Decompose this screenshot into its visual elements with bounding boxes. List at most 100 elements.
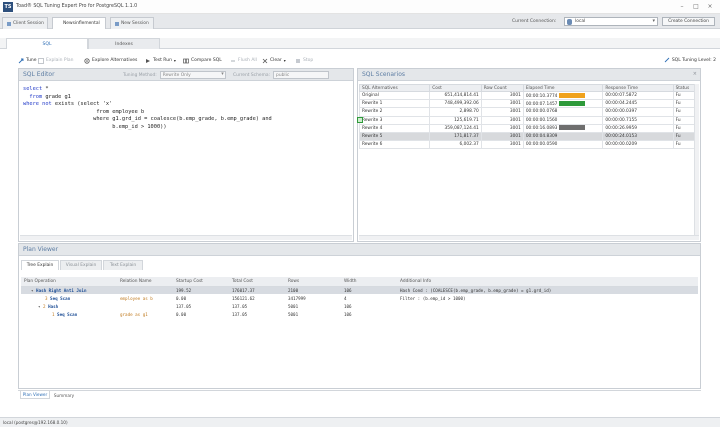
session-tab-active[interactable]: Newsinflemental xyxy=(52,17,106,29)
column-header[interactable]: Total Cost xyxy=(229,277,285,287)
column-header[interactable]: Plan Operation xyxy=(21,277,117,287)
startup-cost: 137.05 xyxy=(176,303,192,309)
flush-all-button[interactable]: Flush All xyxy=(230,56,257,65)
tab-indexes[interactable]: Indexes xyxy=(88,38,160,49)
total-cost: 176017.37 xyxy=(229,286,285,294)
column-header[interactable]: Additional Info xyxy=(397,277,698,287)
elapsed-value: 00:00:04.8309 xyxy=(525,134,558,140)
close-icon[interactable]: × xyxy=(704,2,716,11)
elapsed-bar xyxy=(559,100,586,106)
tune-button[interactable]: Tune xyxy=(18,56,37,65)
tuning-method-select[interactable]: Rewrite Only ▾ xyxy=(159,71,226,79)
tuning-level-icon xyxy=(664,57,670,63)
operation-name: Seq Scan xyxy=(50,295,71,301)
tab-tree-explain[interactable]: Tree Explain xyxy=(21,260,59,270)
relation-name xyxy=(117,302,173,310)
scenario-row[interactable]: Rewrite 1 748,499,392.06 3001 00:00:07.1457… xyxy=(358,99,698,109)
title-bar: TS Toad® SQL Tuning Expert Pro for Postg… xyxy=(0,0,720,14)
elapsed-value: 00:00:10.3774 xyxy=(525,93,558,99)
scenario-status: Fu xyxy=(672,99,698,109)
scenario-response: 00:00:07.5872 xyxy=(602,90,674,101)
scenario-row[interactable]: Rewrite 2 2,898.70 3001 00:00:00.0768 00:00:… xyxy=(358,107,698,117)
explore-alternatives-button[interactable]: Explore Alternatives xyxy=(84,56,137,65)
close-icon[interactable]: × xyxy=(693,71,697,77)
plan-row[interactable]: 1 Seq Scan grade as g1 0.00 137.05 5001 106 xyxy=(21,310,698,318)
scenario-row[interactable]: Rewrite 3 125,619.71 3001 00:00:00.1560 00:0… xyxy=(358,115,698,125)
code-keyword: from xyxy=(23,93,43,100)
relation-name: grade as g1 xyxy=(120,311,148,317)
clear-button[interactable]: Clear ▾ xyxy=(262,56,286,65)
scenario-row[interactable]: Original 651,414,814.41 3001 00:00:10.3774 0… xyxy=(358,90,698,101)
column-header[interactable]: Elapsed Time xyxy=(522,84,604,92)
panel-title: Plan Viewer xyxy=(23,246,59,253)
operation-name: Hash xyxy=(48,303,59,309)
code-line: select * xyxy=(23,86,272,94)
tab-visual-explain[interactable]: Visual Explain xyxy=(60,260,102,270)
current-schema-select[interactable]: public xyxy=(273,71,330,79)
scenario-response: 00:00:00.0397 xyxy=(602,107,674,117)
session-tab-client[interactable]: Client Session xyxy=(2,17,48,29)
plan-row[interactable]: 3 Seq Scan employee as b 0.00 156121.62 3417… xyxy=(21,294,698,302)
scenario-elapsed: 00:00:07.1457 xyxy=(522,99,604,109)
vertical-scrollbar[interactable] xyxy=(694,84,699,235)
scenario-cost: 125,619.71 xyxy=(429,115,482,125)
tab-plan-viewer[interactable]: Plan Viewer xyxy=(20,391,50,399)
horizontal-scrollbar[interactable] xyxy=(20,235,352,240)
horizontal-scrollbar[interactable] xyxy=(359,235,699,240)
session-tab-strip: Client Session Newsinflemental New Sessi… xyxy=(0,14,720,29)
tab-summary[interactable]: Summary xyxy=(50,391,78,399)
elapsed-bar xyxy=(559,125,586,131)
session-tab-new[interactable]: New Session xyxy=(110,17,154,29)
code-line: b.emp_id > 1000)) xyxy=(23,124,272,132)
chevron-down-icon: ▾ xyxy=(173,58,176,63)
panel-title: SQL Scenarios xyxy=(362,71,405,78)
total-cost: 156121.62 xyxy=(232,295,255,301)
column-header[interactable]: SQL Alternatives xyxy=(358,84,431,92)
column-header[interactable]: Width xyxy=(341,277,397,287)
width-value: 106 xyxy=(344,311,352,317)
scenario-cost: 651,414,814.41 xyxy=(429,90,482,101)
tab-text-explain[interactable]: Text Explain xyxy=(103,260,143,270)
sql-code[interactable]: select * from grade g1 where not exists (… xyxy=(23,86,272,132)
scenario-cost: 6,002.37 xyxy=(429,140,482,150)
elapsed-value: 00:00:00.1560 xyxy=(525,117,558,123)
relation-name: employee as b xyxy=(120,295,153,301)
stop-button[interactable]: Stop xyxy=(295,56,313,65)
total-cost: 137.05 xyxy=(232,311,248,317)
plan-row[interactable]: ▾ Hash Right Anti Join 199.52 176017.37 210… xyxy=(21,286,698,294)
test-run-button[interactable]: Test Run ▾ xyxy=(145,56,176,65)
session-tab-label: Newsinflemental xyxy=(63,21,100,26)
tuning-method: Tuning Method: Rewrite Only ▾ xyxy=(123,71,226,79)
scenario-row[interactable]: Rewrite 5 171,817.37 3001 00:00:04.8309 00:0… xyxy=(358,131,698,142)
tune-icon xyxy=(18,58,24,63)
compare-sql-button[interactable]: Compare SQL xyxy=(183,56,222,65)
scenario-cost: 2,898.70 xyxy=(429,107,482,117)
current-connection-select[interactable]: local ▾ xyxy=(564,17,658,26)
status-bar: local (postgres@192.168.0.10) xyxy=(0,417,720,427)
maximize-icon[interactable]: □ xyxy=(690,2,702,11)
explain-plan-button[interactable]: Explain Plan xyxy=(38,56,73,65)
plan-table: Plan Operation Relation Name Startup Cost T… xyxy=(21,277,698,318)
chevron-down-icon: ▾ xyxy=(283,58,286,63)
tab-sql[interactable]: SQL xyxy=(6,38,88,49)
scenario-elapsed: 00:00:00.0590 xyxy=(522,140,604,150)
session-tab-label: Client Session xyxy=(13,21,44,26)
column-header[interactable]: Response Time xyxy=(602,84,674,92)
scenario-checkbox[interactable] xyxy=(357,117,363,123)
column-header[interactable]: Startup Cost xyxy=(173,277,229,287)
explain-plan-icon xyxy=(38,57,44,64)
column-header[interactable]: Row Count xyxy=(480,84,524,92)
plan-row[interactable]: ▾ 2 Hash 137.05 137.05 5001 106 xyxy=(21,302,698,310)
minimize-icon[interactable]: – xyxy=(676,2,688,11)
scenario-elapsed: 00:00:16.0893 xyxy=(522,123,604,133)
additional-info xyxy=(397,310,698,318)
create-connection-button[interactable]: Create Connection xyxy=(662,17,715,26)
code-text: grade g1 xyxy=(42,93,71,100)
scenario-row[interactable]: Rewrite 4 359,087,124.41 3001 00:00:16.0893… xyxy=(358,123,698,133)
column-header[interactable]: Cost xyxy=(429,84,482,92)
column-header[interactable]: Relation Name xyxy=(117,277,173,287)
column-header[interactable]: Rows xyxy=(285,277,341,287)
explain-plan-label: Explain Plan xyxy=(46,58,74,63)
column-header[interactable]: Status xyxy=(672,84,698,92)
scenario-row[interactable]: Rewrite 6 6,002.37 3001 00:00:00.0590 00:00:… xyxy=(358,140,698,150)
